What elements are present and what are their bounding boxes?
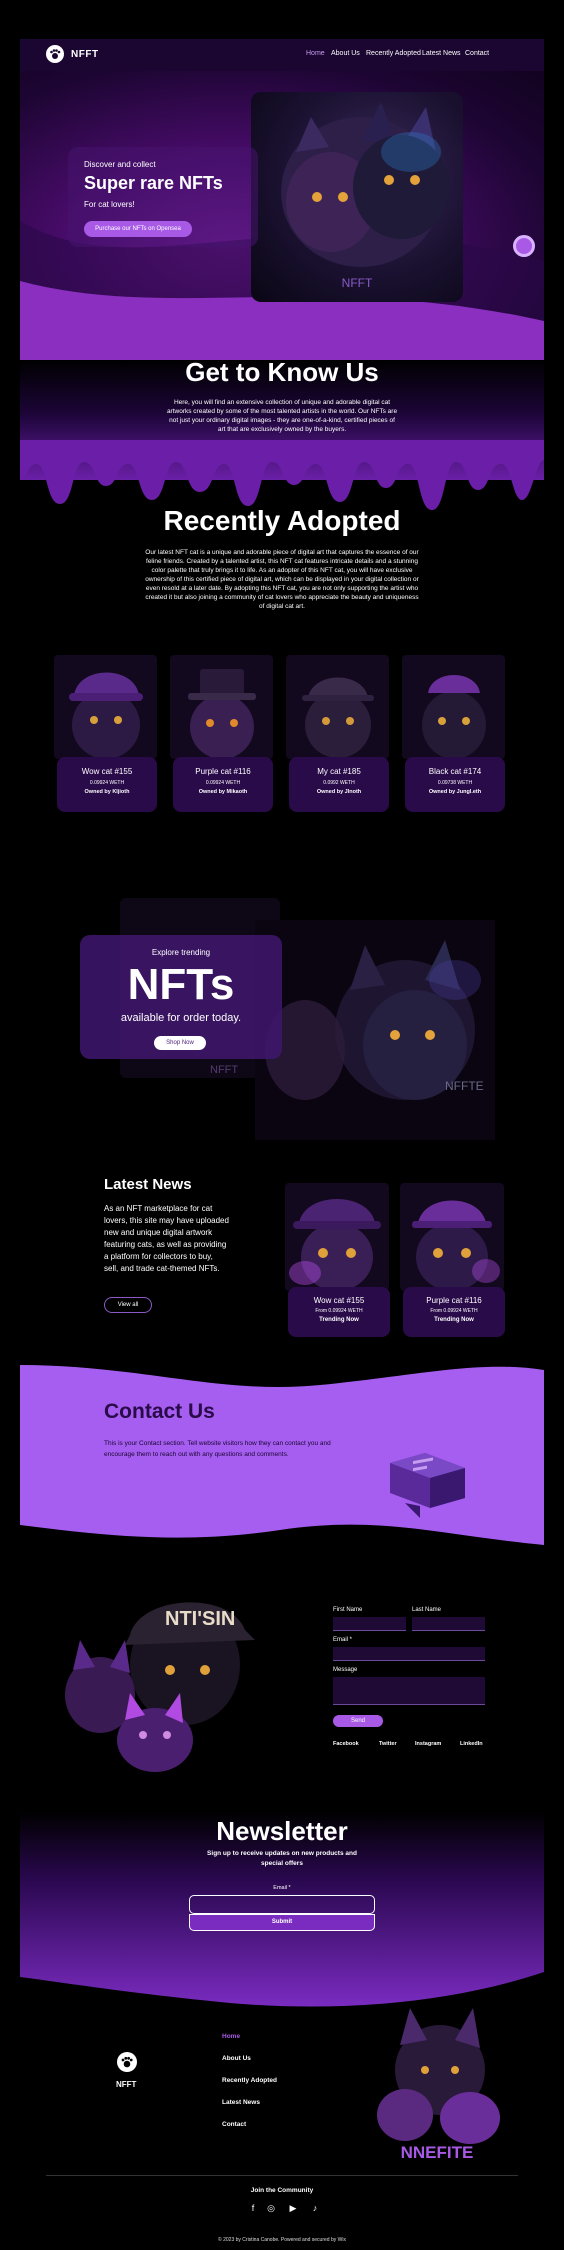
hero-subtitle: Discover and collect <box>84 160 156 169</box>
cat-price: From 0.09924 WETH <box>315 1308 363 1314</box>
tiktok-icon[interactable]: ♪ <box>309 2202 321 2214</box>
instagram-link[interactable]: Instagram <box>415 1741 441 1747</box>
card-info: Purple cat #116 0.09924 WETH Owned by Mi… <box>173 757 273 812</box>
hero-title: Super rare NFTs <box>84 173 223 193</box>
cat-price: 0.0992 WETH <box>323 780 355 786</box>
first-name-label: First Name <box>333 1607 363 1613</box>
newsletter-email-label: Email * <box>273 1885 291 1891</box>
svg-text:NTI'SIN: NTI'SIN <box>165 1608 235 1630</box>
email-input[interactable] <box>333 1647 485 1661</box>
logo-text[interactable]: NFFT <box>71 49 99 60</box>
trending-label: Trending Now <box>434 1317 474 1323</box>
nav-contact[interactable]: Contact <box>465 50 489 57</box>
card-info: Black cat #174 0.09738 WETH Owned by Jun… <box>405 757 505 812</box>
footer-link-home[interactable]: Home <box>222 2033 240 2040</box>
contact-cats-image: NTI'SIN <box>65 1602 255 1772</box>
cat-price: 0.09924 WETH <box>205 780 241 786</box>
contact-text: This is your Contact section. Tell websi… <box>104 1440 331 1458</box>
cat-image <box>285 1183 389 1291</box>
cat-name: Black cat #174 <box>428 767 482 776</box>
contact-title: Contact Us <box>104 1400 215 1423</box>
cat-image <box>400 1183 504 1291</box>
newsletter-subtitle: Sign up to receive updates on new produc… <box>207 1850 357 1867</box>
footer-cats-image: NNEFITE <box>377 2008 500 2162</box>
explore-label: Explore trending <box>151 948 211 957</box>
cat-image <box>286 655 389 759</box>
footer-logo-text[interactable]: NFFT <box>116 2080 136 2089</box>
last-name-input[interactable] <box>412 1617 485 1631</box>
footer-divider <box>46 2175 518 2176</box>
cat-price: 0.09924 WETH <box>89 780 125 786</box>
footer-link-recently-adopted[interactable]: Recently Adopted <box>222 2077 277 2084</box>
cat-name: My cat #185 <box>317 767 361 776</box>
facebook-link[interactable]: Facebook <box>333 1741 359 1747</box>
svg-text:NFFT: NFFT <box>342 276 373 290</box>
recently-adopted-text: Our latest NFT cat is a unique and adora… <box>145 549 419 610</box>
footer-paw-icon[interactable] <box>117 2052 137 2072</box>
latest-news-title: Latest News <box>104 1176 192 1193</box>
chat-icon[interactable] <box>513 235 535 257</box>
email-label: Email * <box>333 1637 353 1643</box>
cat-name: Purple cat #116 <box>426 1296 482 1305</box>
card-info: Wow cat #155 0.09924 WETH Owned by Kljio… <box>57 757 157 812</box>
join-community-text: Join the Community <box>250 2187 314 2194</box>
message-textarea[interactable] <box>333 1677 485 1705</box>
hero-cats-image: NFFT <box>251 92 463 302</box>
cat-price: From 0.09924 WETH <box>430 1308 478 1314</box>
svg-text:NFFTE: NFFTE <box>445 1079 484 1093</box>
twitter-link[interactable]: Twitter <box>379 1741 397 1747</box>
card-info: My cat #185 0.0992 WETH Owned by Jlnoth <box>289 757 389 812</box>
copyright-text: © 2023 by Cristina Canobe. Powered and s… <box>218 2237 346 2243</box>
available-text: available for order today. <box>120 1012 242 1024</box>
cat-name: Wow cat #155 <box>313 1296 365 1305</box>
chat-bubbles-icon <box>390 1453 465 1518</box>
cat-owner: Owned by Mikaoth <box>198 789 248 795</box>
card-info: Wow cat #155 From 0.09924 WETH Trending … <box>288 1287 390 1337</box>
newsletter-title: Newsletter <box>216 1816 348 1846</box>
view-all-button[interactable]: View all <box>104 1297 152 1313</box>
instagram-icon[interactable]: ◎ <box>265 2202 277 2214</box>
youtube-icon[interactable]: ▶ <box>287 2202 299 2214</box>
footer-link-about[interactable]: About Us <box>222 2055 251 2062</box>
svg-text:NFFT: NFFT <box>210 1064 238 1076</box>
latest-news-text: As an NFT marketplace for cat lovers, th… <box>104 1204 229 1273</box>
cat-name: Purple cat #116 <box>195 767 251 776</box>
first-name-input[interactable] <box>333 1617 406 1631</box>
nav-about-us[interactable]: About Us <box>331 50 360 57</box>
submit-button[interactable]: Submit <box>189 1914 375 1931</box>
footer-link-latest-news[interactable]: Latest News <box>222 2099 260 2106</box>
svg-text:NNEFITE: NNEFITE <box>401 2143 474 2162</box>
nft-cats-image: NFFTE <box>255 920 495 1140</box>
purchase-button[interactable]: Purchase our NFTs on Opensea <box>84 221 192 237</box>
cat-image <box>170 655 273 759</box>
newsletter-email-input[interactable] <box>189 1895 375 1914</box>
trending-label: Trending Now <box>319 1317 359 1323</box>
nfts-heading: NFTs <box>127 960 235 1009</box>
cat-price: 0.09738 WETH <box>437 780 473 786</box>
cat-image <box>54 655 157 759</box>
recently-adopted-title: Recently Adopted <box>163 505 401 536</box>
logo-paw-icon[interactable] <box>46 45 64 63</box>
cat-name: Wow cat #155 <box>81 767 133 776</box>
shop-now-button[interactable]: Shop Now <box>154 1036 206 1050</box>
cat-image <box>402 655 505 759</box>
about-title: Get to Know Us <box>185 357 379 387</box>
linkedin-link[interactable]: LinkedIn <box>460 1741 483 1747</box>
last-name-label: Last Name <box>412 1607 442 1613</box>
footer-link-contact[interactable]: Contact <box>222 2121 246 2128</box>
card-info: Purple cat #116 From 0.09924 WETH Trendi… <box>403 1287 505 1337</box>
nav-home[interactable]: Home <box>306 50 325 57</box>
message-label: Message <box>333 1667 358 1673</box>
nav-latest-news[interactable]: Latest News <box>422 50 461 57</box>
cat-owner: Owned by Jlnoth <box>316 789 362 795</box>
cat-owner: Owned by Jungl.eth <box>428 789 482 795</box>
about-text: Here, you will find an extensive collect… <box>166 399 398 433</box>
send-button[interactable]: Send <box>333 1715 383 1727</box>
cat-owner: Owned by Kljioth <box>84 789 130 795</box>
hero-tagline: For cat lovers! <box>84 200 135 209</box>
nav-recently-adopted[interactable]: Recently Adopted <box>366 50 421 57</box>
facebook-icon[interactable]: f <box>247 2202 259 2214</box>
